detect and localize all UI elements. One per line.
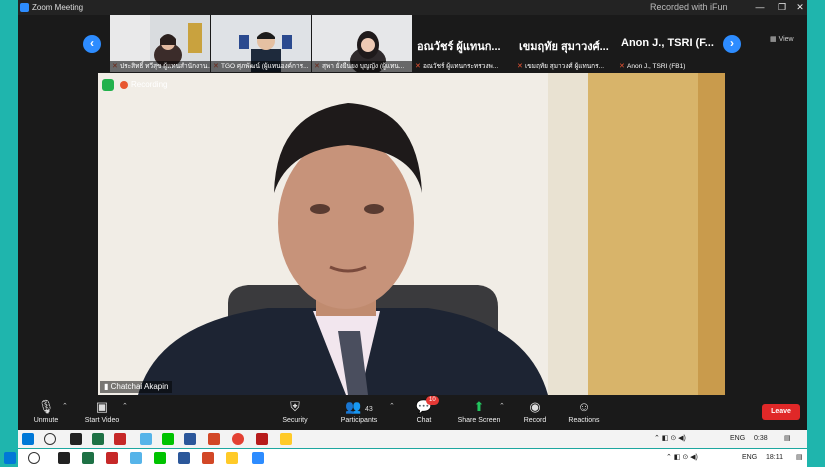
close-button[interactable]: ✕	[788, 0, 812, 15]
clock[interactable]: 0:38	[754, 430, 768, 448]
participant-name: เขมฤทัย สุมาวงศ์ ผู้แทนกร...	[525, 63, 605, 70]
folder-icon[interactable]	[226, 452, 238, 464]
powerpoint-icon[interactable]	[202, 452, 214, 464]
chat-button[interactable]: 💬 10 Chat	[396, 396, 452, 424]
zoom-icon[interactable]	[252, 452, 264, 464]
reactions-label: Reactions	[568, 417, 600, 424]
active-speaker-video[interactable]: Recording ▮ Chatchai Akapin	[98, 73, 725, 395]
language-indicator[interactable]: ENG	[742, 449, 757, 467]
word-icon[interactable]	[184, 433, 196, 445]
notifications-icon[interactable]: ▤	[784, 430, 791, 448]
powerpoint-icon[interactable]	[208, 433, 220, 445]
app-icon[interactable]	[130, 452, 142, 464]
pdf-icon[interactable]	[114, 433, 126, 445]
name-tile[interactable]: เขมฤทัย สุมาวงศ์... ✕ เขมฤทัย สุมาวงศ์ ผ…	[515, 15, 617, 72]
participants-count: 43	[365, 406, 373, 413]
shield-icon	[102, 78, 114, 91]
record-icon: ◉	[529, 399, 541, 414]
tray-icons[interactable]: ⌃ ◧ ⊙ ◀)	[654, 430, 686, 448]
chat-icon: 💬	[415, 399, 433, 414]
line-icon[interactable]	[162, 433, 174, 445]
minimize-button[interactable]: —	[748, 0, 772, 15]
participant-display-name: Anon J., TSRI (F...	[621, 37, 714, 49]
search-icon[interactable]	[28, 452, 40, 464]
view-label: View	[778, 36, 794, 43]
video-tile[interactable]: ✕ ประสิทธิ์ ทวีสุข ผู้แทนสำนักงาน...	[110, 15, 210, 72]
video-tile[interactable]: ✕ TGO ศุภพัฒน์ (ผู้แทนองค์การ...	[211, 15, 311, 72]
notifications-icon[interactable]: ▤	[796, 449, 803, 467]
recorder-watermark: Recorded with iFun	[650, 2, 728, 12]
excel-icon[interactable]	[82, 452, 94, 464]
recording-dot-icon	[120, 80, 128, 89]
chrome-icon[interactable]	[232, 433, 244, 445]
video-tile[interactable]: ✕ สุพา ยั่งยืนยง บุญญัง (ผู้แทน...	[312, 15, 412, 72]
participants-label: Participants	[340, 417, 378, 424]
unmute-label: Unmute	[33, 417, 59, 424]
gallery-strip: ‹ ✕ ประสิทธิ์ ทวีสุข ผู้แทนสำนักงาน...	[18, 15, 807, 73]
taskbar-recorded: ⌃ ◧ ⊙ ◀) ENG 0:38 ▤	[18, 430, 807, 448]
participants-icon: 👥 43	[345, 399, 373, 414]
share-options-chevron-icon[interactable]: ⌃	[499, 402, 505, 410]
line-icon[interactable]	[154, 452, 166, 464]
app-icon[interactable]	[140, 433, 152, 445]
speaker-video-frame	[98, 73, 725, 395]
participant-display-name: อณวัชร์ ผู้แทนก...	[417, 41, 501, 53]
language-indicator[interactable]: ENG	[730, 430, 745, 448]
audio-options-chevron-icon[interactable]: ⌃	[62, 402, 68, 410]
window-titlebar: Zoom Meeting Recorded with iFun — ❐ ✕	[18, 0, 807, 15]
app-icon[interactable]	[58, 452, 70, 464]
chat-label: Chat	[416, 417, 432, 424]
windows-start-icon[interactable]	[4, 452, 16, 464]
meeting-toolbar: 🎙 Unmute ⌃ ▣ Start Video ⌃ ⛨ Security 👥 …	[18, 395, 807, 430]
recording-indicator: Recording	[102, 78, 167, 92]
start-video-label: Start Video	[84, 417, 120, 424]
security-button[interactable]: ⛨ Security	[267, 398, 323, 424]
signal-icon: ▮	[104, 382, 111, 391]
security-label: Security	[282, 417, 308, 424]
window-title: Zoom Meeting	[32, 3, 84, 12]
video-options-chevron-icon[interactable]: ⌃	[122, 402, 128, 410]
participant-name: TGO ศุภพัฒน์ (ผู้แทนองค์การ...	[211, 61, 311, 72]
reactions-icon: ☺	[577, 399, 591, 414]
participant-name: Anon J., TSRI (FB1)	[627, 63, 686, 70]
pdf-icon[interactable]	[106, 452, 118, 464]
gallery-next-button[interactable]: ›	[723, 35, 741, 53]
zoom-app-icon	[20, 3, 29, 12]
shield-icon: ⛨	[290, 399, 300, 414]
app-icon[interactable]	[70, 433, 82, 445]
participant-name: อณวัชร์ ผู้แทนกระทรวงพ...	[423, 63, 499, 70]
desktop-background-right	[807, 0, 825, 467]
record-label: Record	[523, 417, 547, 424]
recording-label: Recording	[131, 80, 168, 89]
search-icon[interactable]	[44, 433, 56, 445]
reactions-button[interactable]: ☺ Reactions	[556, 398, 612, 424]
chat-unread-badge: 10	[426, 396, 439, 405]
participant-name: ประสิทธิ์ ทวีสุข ผู้แทนสำนักงาน...	[110, 61, 210, 72]
name-tile[interactable]: อณวัชร์ ผู้แทนก... ✕ อณวัชร์ ผู้แทนกระทร…	[413, 15, 515, 72]
tray-icons[interactable]: ⌃ ◧ ⊙ ◀)	[666, 449, 698, 467]
participant-display-name: เขมฤทัย สุมาวงศ์...	[519, 41, 609, 53]
speaker-name: Chatchai Akapin	[110, 382, 169, 391]
zoom-meeting-window: Zoom Meeting Recorded with iFun — ❐ ✕ ‹ …	[18, 0, 807, 430]
leave-button[interactable]: Leave	[762, 404, 800, 420]
windows-start-icon[interactable]	[22, 433, 34, 445]
speaker-name-label: ▮ Chatchai Akapin	[100, 381, 173, 393]
taskbar-host: ⌃ ◧ ⊙ ◀) ENG 18:11 ▤	[4, 449, 807, 467]
participant-name: สุพา ยั่งยืนยง บุญญัง (ผู้แทน...	[312, 61, 412, 72]
clock[interactable]: 18:11	[766, 449, 783, 467]
gallery-prev-button[interactable]: ‹	[83, 35, 101, 53]
desktop-background-left	[0, 0, 18, 467]
participants-options-chevron-icon[interactable]: ⌃	[389, 402, 395, 410]
app-icon[interactable]	[256, 433, 268, 445]
view-button[interactable]: ▦ View	[770, 35, 794, 43]
folder-icon[interactable]	[280, 433, 292, 445]
participants-button[interactable]: 👥 43 Participants	[331, 398, 387, 424]
word-icon[interactable]	[178, 452, 190, 464]
name-tile[interactable]: Anon J., TSRI (F... ✕ Anon J., TSRI (FB1…	[617, 15, 719, 72]
excel-icon[interactable]	[92, 433, 104, 445]
record-button[interactable]: ◉ Record	[507, 398, 563, 424]
share-screen-label: Share Screen	[457, 417, 501, 424]
